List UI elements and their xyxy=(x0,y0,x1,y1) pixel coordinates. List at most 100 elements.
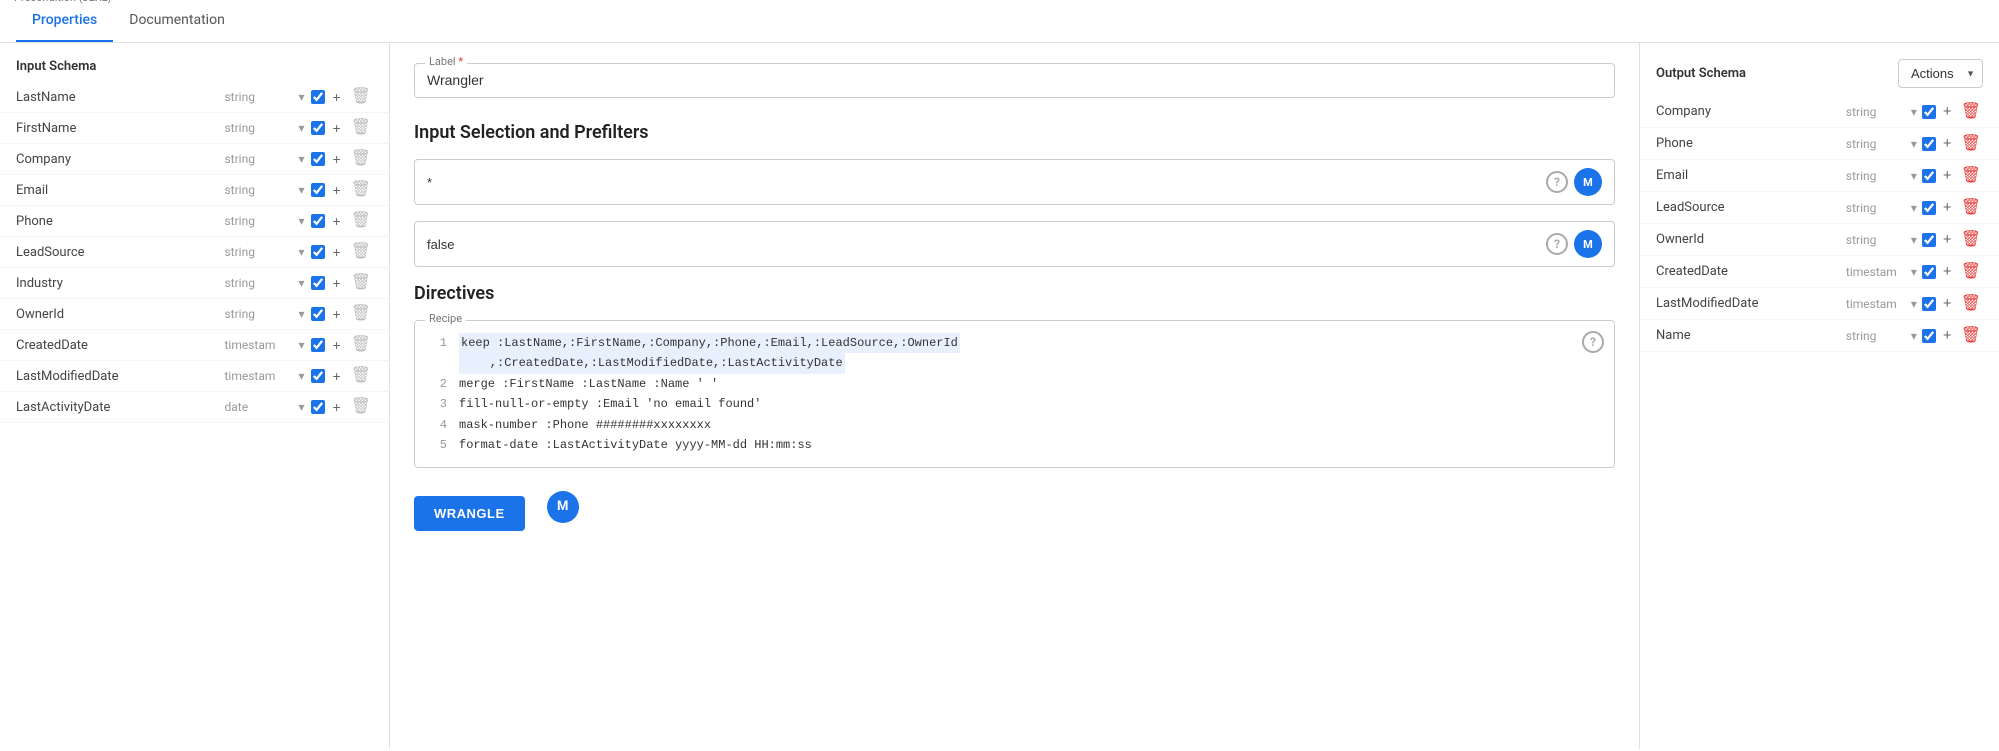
output-field-add-btn[interactable]: + xyxy=(1941,199,1954,216)
output-field-add-btn[interactable]: + xyxy=(1941,327,1954,344)
input-field-add-btn[interactable]: + xyxy=(331,400,343,414)
precondition-m-badge[interactable]: M xyxy=(1574,230,1602,258)
input-field-delete-btn[interactable]: 🗑 xyxy=(349,120,373,136)
input-field-add-btn[interactable]: + xyxy=(331,307,343,321)
input-field-add-btn[interactable]: + xyxy=(331,183,343,197)
output-type-dropdown-btn[interactable]: ▾ xyxy=(1911,137,1917,151)
output-field-delete-btn[interactable]: 🗑 xyxy=(1959,104,1983,120)
output-field-delete-btn[interactable]: 🗑 xyxy=(1959,328,1983,344)
input-field-delete-btn[interactable]: 🗑 xyxy=(349,89,373,105)
input-field-add-btn[interactable]: + xyxy=(331,245,343,259)
output-type-dropdown-btn[interactable]: ▾ xyxy=(1911,297,1917,311)
input-schema-row: LastName string ▾ + 🗑 xyxy=(0,82,389,113)
input-field-delete-btn[interactable]: 🗑 xyxy=(349,399,373,415)
output-field-add-btn[interactable]: + xyxy=(1941,263,1954,280)
type-dropdown-btn[interactable]: ▾ xyxy=(298,214,304,228)
input-field-add-btn[interactable]: + xyxy=(331,152,343,166)
input-field-add-btn[interactable]: + xyxy=(331,276,343,290)
actions-dropdown[interactable]: Actions xyxy=(1898,59,1983,88)
output-field-delete-btn[interactable]: 🗑 xyxy=(1959,264,1983,280)
type-dropdown-btn[interactable]: ▾ xyxy=(298,276,304,290)
type-dropdown-btn[interactable]: ▾ xyxy=(298,400,304,414)
input-field-checkbox[interactable] xyxy=(311,276,325,290)
input-field-type: string xyxy=(224,90,294,104)
input-field-delete-btn[interactable]: 🗑 xyxy=(349,368,373,384)
label-input[interactable] xyxy=(427,72,1602,88)
type-dropdown-btn[interactable]: ▾ xyxy=(298,307,304,321)
type-dropdown-btn[interactable]: ▾ xyxy=(298,152,304,166)
type-dropdown-btn[interactable]: ▾ xyxy=(298,121,304,135)
output-type-dropdown-btn[interactable]: ▾ xyxy=(1911,265,1917,279)
precondition-help-icon[interactable]: ? xyxy=(1546,233,1568,255)
output-field-type: string xyxy=(1846,233,1911,247)
output-field-checkbox[interactable] xyxy=(1922,137,1936,151)
output-field-delete-btn[interactable]: 🗑 xyxy=(1959,200,1983,216)
output-row-actions: ▾ + 🗑 xyxy=(1911,103,1983,120)
output-field-name-label: LastModifiedDate xyxy=(1656,296,1846,311)
output-field-add-btn[interactable]: + xyxy=(1941,295,1954,312)
input-field-checkbox[interactable] xyxy=(311,214,325,228)
input-field-delete-btn[interactable]: 🗑 xyxy=(349,213,373,229)
wrangle-button[interactable]: WRANGLE xyxy=(414,496,525,531)
output-field-add-btn[interactable]: + xyxy=(1941,167,1954,184)
output-field-delete-btn[interactable]: 🗑 xyxy=(1959,136,1983,152)
output-field-delete-btn[interactable]: 🗑 xyxy=(1959,168,1983,184)
output-type-dropdown-btn[interactable]: ▾ xyxy=(1911,169,1917,183)
wrangle-m-badge[interactable]: M xyxy=(547,491,579,523)
output-field-checkbox[interactable] xyxy=(1922,105,1936,119)
output-field-add-btn[interactable]: + xyxy=(1941,231,1954,248)
output-field-checkbox[interactable] xyxy=(1922,265,1936,279)
tab-documentation[interactable]: Documentation xyxy=(113,0,241,42)
label-section: Label * xyxy=(414,63,1615,98)
type-dropdown-btn[interactable]: ▾ xyxy=(298,183,304,197)
input-field-name-help-icon[interactable]: ? xyxy=(1546,171,1568,193)
precondition-input[interactable] xyxy=(427,237,1540,252)
type-dropdown-btn[interactable]: ▾ xyxy=(298,369,304,383)
input-field-delete-btn[interactable]: 🗑 xyxy=(349,306,373,322)
type-dropdown-btn[interactable]: ▾ xyxy=(298,338,304,352)
input-field-checkbox[interactable] xyxy=(311,90,325,104)
input-field-name-input[interactable] xyxy=(427,175,1540,190)
recipe-help-icon[interactable]: ? xyxy=(1582,331,1604,353)
input-field-delete-btn[interactable]: 🗑 xyxy=(349,337,373,353)
output-type-dropdown-btn[interactable]: ▾ xyxy=(1911,105,1917,119)
type-dropdown-btn[interactable]: ▾ xyxy=(298,245,304,259)
output-field-add-btn[interactable]: + xyxy=(1941,103,1954,120)
output-field-delete-btn[interactable]: 🗑 xyxy=(1959,232,1983,248)
input-field-checkbox[interactable] xyxy=(311,400,325,414)
output-field-checkbox[interactable] xyxy=(1922,233,1936,247)
input-row-actions: ▾ + 🗑 xyxy=(298,399,373,415)
output-field-checkbox[interactable] xyxy=(1922,201,1936,215)
output-type-dropdown-btn[interactable]: ▾ xyxy=(1911,233,1917,247)
input-field-add-btn[interactable]: + xyxy=(331,121,343,135)
output-field-checkbox[interactable] xyxy=(1922,329,1936,343)
input-field-checkbox[interactable] xyxy=(311,152,325,166)
input-field-add-btn[interactable]: + xyxy=(331,369,343,383)
input-row-actions: ▾ + 🗑 xyxy=(298,275,373,291)
middle-panel: Label * Input Selection and Prefilters I… xyxy=(390,43,1639,749)
input-field-checkbox[interactable] xyxy=(311,307,325,321)
input-field-name-m-badge[interactable]: M xyxy=(1574,168,1602,196)
input-field-delete-btn[interactable]: 🗑 xyxy=(349,244,373,260)
input-field-delete-btn[interactable]: 🗑 xyxy=(349,151,373,167)
input-field-checkbox[interactable] xyxy=(311,369,325,383)
input-field-checkbox[interactable] xyxy=(311,183,325,197)
input-field-checkbox[interactable] xyxy=(311,121,325,135)
input-field-delete-btn[interactable]: 🗑 xyxy=(349,275,373,291)
input-field-checkbox[interactable] xyxy=(311,338,325,352)
input-field-checkbox[interactable] xyxy=(311,245,325,259)
input-field-add-btn[interactable]: + xyxy=(331,214,343,228)
output-field-add-btn[interactable]: + xyxy=(1941,135,1954,152)
type-dropdown-btn[interactable]: ▾ xyxy=(298,90,304,104)
input-field-add-btn[interactable]: + xyxy=(331,90,343,104)
input-field-add-btn[interactable]: + xyxy=(331,338,343,352)
output-type-dropdown-btn[interactable]: ▾ xyxy=(1911,329,1917,343)
output-field-checkbox[interactable] xyxy=(1922,169,1936,183)
input-schema-row: Industry string ▾ + 🗑 xyxy=(0,268,389,299)
output-field-checkbox[interactable] xyxy=(1922,297,1936,311)
recipe-content[interactable]: 1 keep :LastName,:FirstName,:Company,:Ph… xyxy=(415,321,1614,467)
input-field-delete-btn[interactable]: 🗑 xyxy=(349,182,373,198)
output-field-delete-btn[interactable]: 🗑 xyxy=(1959,296,1983,312)
output-type-dropdown-btn[interactable]: ▾ xyxy=(1911,201,1917,215)
tab-properties[interactable]: Properties xyxy=(16,0,113,42)
